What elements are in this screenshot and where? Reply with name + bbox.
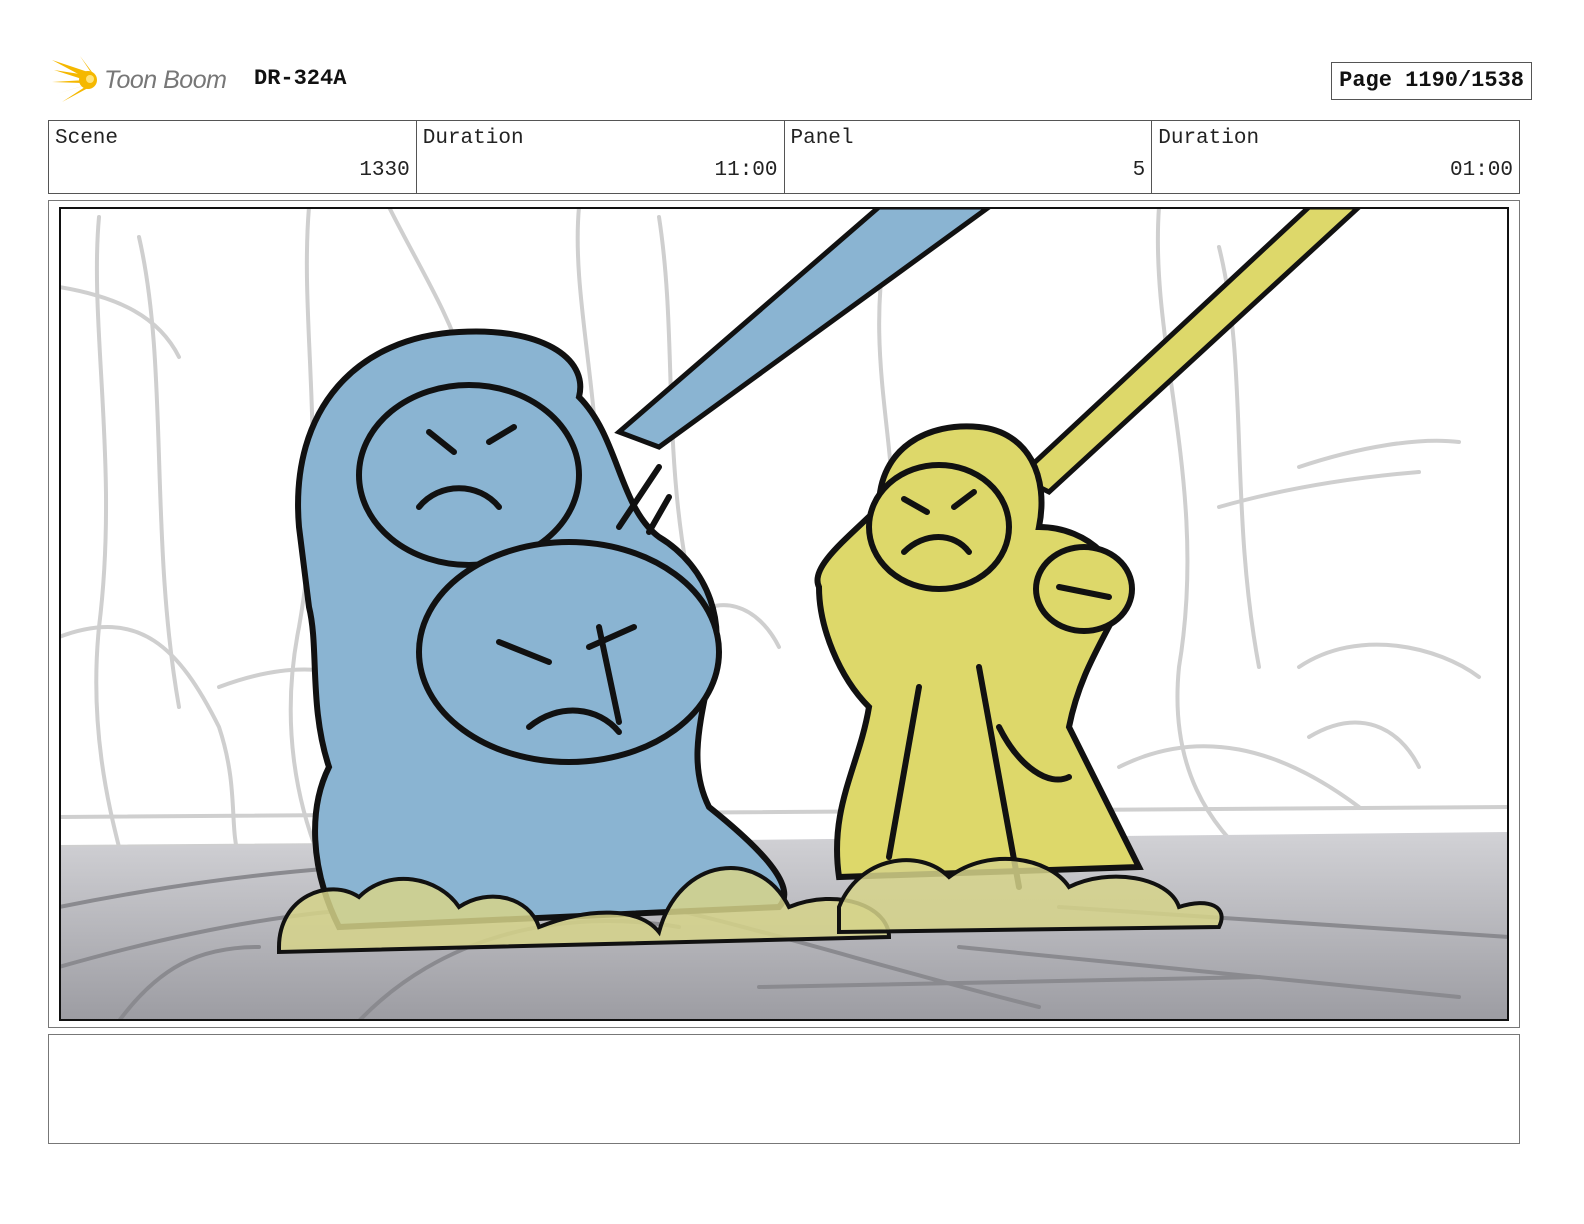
scene-cell: Scene 1330 — [49, 121, 417, 193]
starburst-logo-icon — [52, 56, 97, 102]
scene-label: Scene — [55, 127, 119, 150]
page-number: Page 1190/1538 — [1331, 62, 1532, 100]
panel-cell: Panel 5 — [785, 121, 1153, 193]
page-header: Toon Boom DR-324A Page 1190/1538 — [52, 54, 1532, 104]
panel-sketch-image — [59, 207, 1509, 1021]
panel-notes-box — [48, 1034, 1520, 1144]
toon-boom-logo: Toon Boom — [52, 56, 242, 104]
scene-duration-value: 11:00 — [714, 159, 778, 182]
panel-duration-label: Duration — [1158, 127, 1260, 150]
panel-duration-value: 01:00 — [1449, 159, 1513, 182]
scene-info-table: Scene 1330 Duration 11:00 Panel 5 Durati… — [48, 120, 1520, 194]
scene-duration-cell: Duration 11:00 — [417, 121, 785, 193]
logo-wordmark: Toon Boom — [104, 66, 227, 94]
panel-value: 5 — [1132, 159, 1146, 182]
storyboard-panel — [48, 200, 1520, 1028]
production-code: DR-324A — [254, 66, 347, 91]
scene-value: 1330 — [359, 159, 410, 182]
scene-duration-label: Duration — [422, 127, 524, 150]
panel-label: Panel — [790, 127, 854, 150]
panel-duration-cell: Duration 01:00 — [1152, 121, 1519, 193]
